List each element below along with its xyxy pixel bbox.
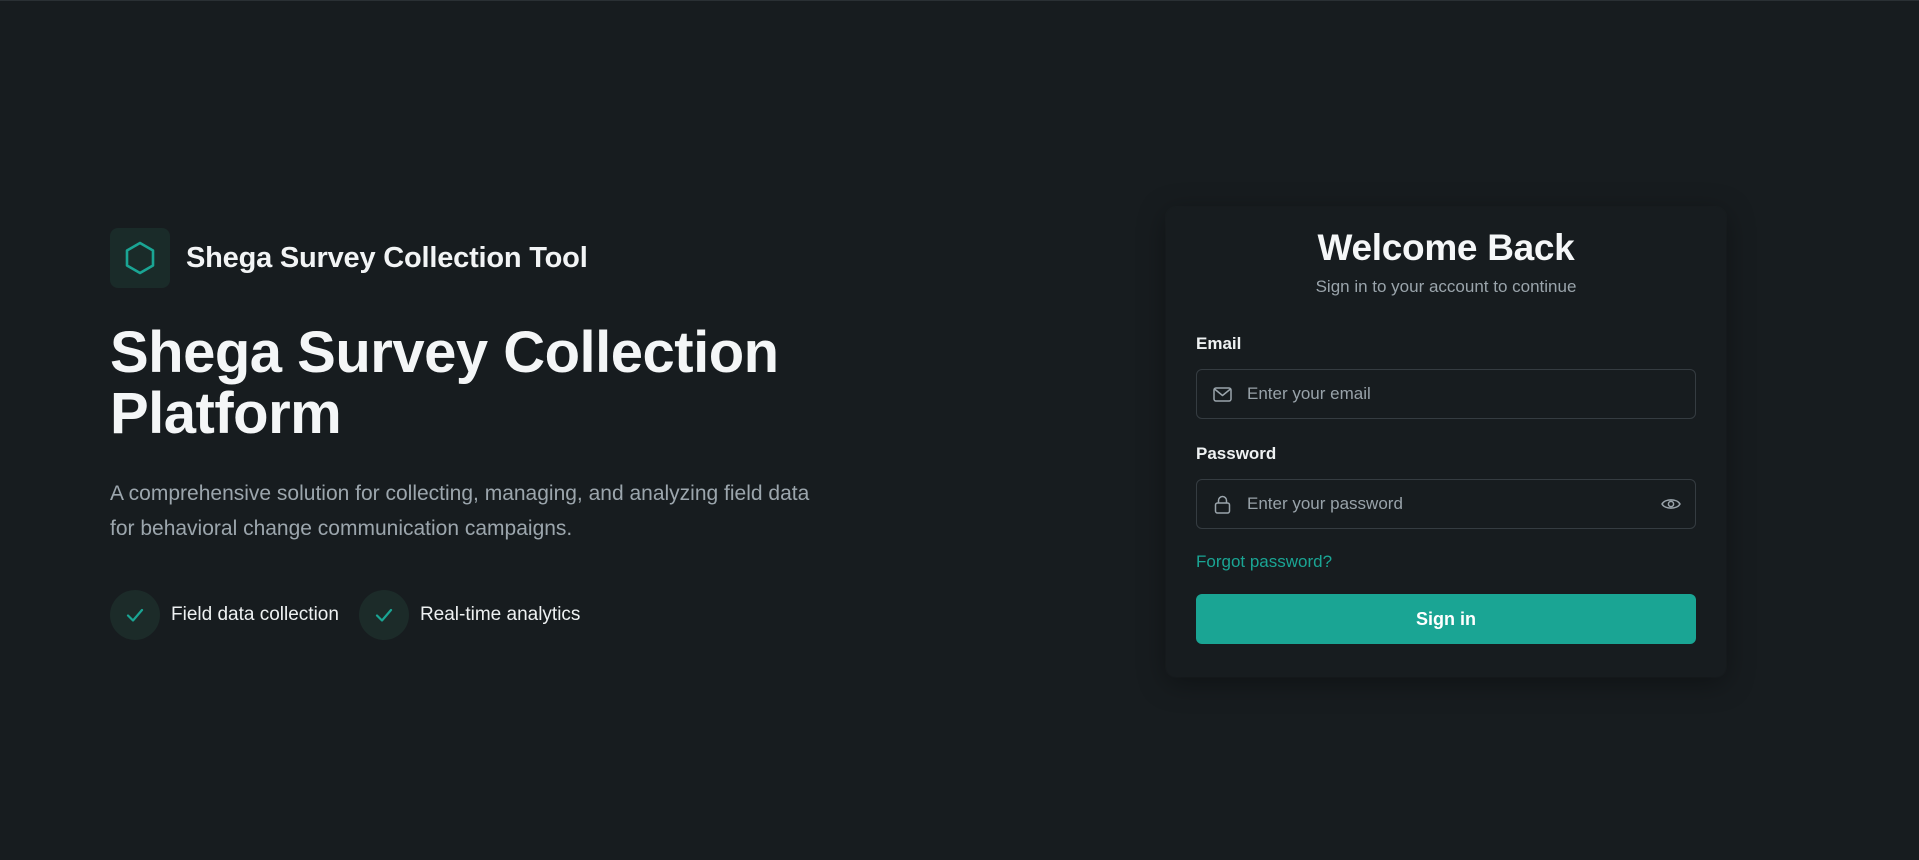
login-card: Welcome Back Sign in to your account to … [1166, 207, 1726, 677]
feature-list: Field data collection Real-time analytic… [110, 590, 870, 640]
hexagon-icon [110, 228, 170, 288]
mail-icon [1197, 370, 1247, 418]
hero-title: Shega Survey Collection Platform [110, 322, 870, 444]
email-label: Email [1196, 334, 1242, 353]
feature-item: Real-time analytics [358, 590, 581, 640]
brand: Shega Survey Collection Tool [110, 228, 870, 288]
feature-item: Field data collection [110, 590, 339, 640]
email-field-wrapper [1196, 369, 1696, 419]
forgot-password-link[interactable]: Forgot password? [1196, 552, 1332, 572]
login-title: Welcome Back [1317, 227, 1575, 268]
check-icon [110, 590, 160, 640]
password-field-wrapper [1196, 479, 1696, 529]
feature-label: Field data collection [171, 604, 339, 625]
login-subtitle: Sign in to your account to continue [1315, 277, 1577, 296]
email-field[interactable] [1247, 371, 1695, 417]
hero-description: A comprehensive solution for collecting,… [110, 482, 810, 540]
password-field[interactable] [1247, 481, 1647, 527]
hero-title-line1: Shega Survey Collection [110, 320, 779, 385]
brand-name: Shega Survey Collection Tool [186, 241, 588, 274]
hero-title-line2: Platform [110, 381, 342, 446]
sign-in-button[interactable]: Sign in [1196, 594, 1696, 644]
lock-icon [1197, 480, 1247, 528]
feature-label: Real-time analytics [419, 604, 581, 625]
password-label: Password [1196, 444, 1277, 463]
login-page: Shega Survey Collection Tool Shega Surve… [0, 0, 1919, 860]
eye-icon[interactable] [1647, 480, 1695, 528]
check-icon [358, 590, 409, 640]
hero-section: Shega Survey Collection Tool Shega Surve… [110, 228, 870, 640]
